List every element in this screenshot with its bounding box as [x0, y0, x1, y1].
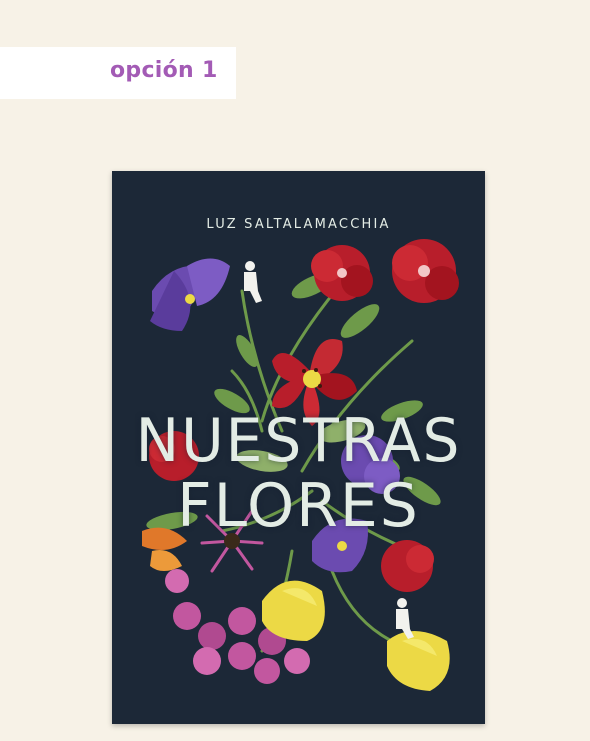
cover-title-line1: NUESTRAS — [135, 406, 462, 476]
cover-title-line2: FLORES — [177, 471, 420, 541]
option-label: opción 1 — [110, 58, 218, 83]
cover-author: LUZ SALTALAMACCHIA — [206, 217, 391, 232]
book-cover: LUZ SALTALAMACCHIA NUESTRAS FLORES — [112, 171, 485, 724]
option-tag: opción 1 — [0, 47, 236, 99]
